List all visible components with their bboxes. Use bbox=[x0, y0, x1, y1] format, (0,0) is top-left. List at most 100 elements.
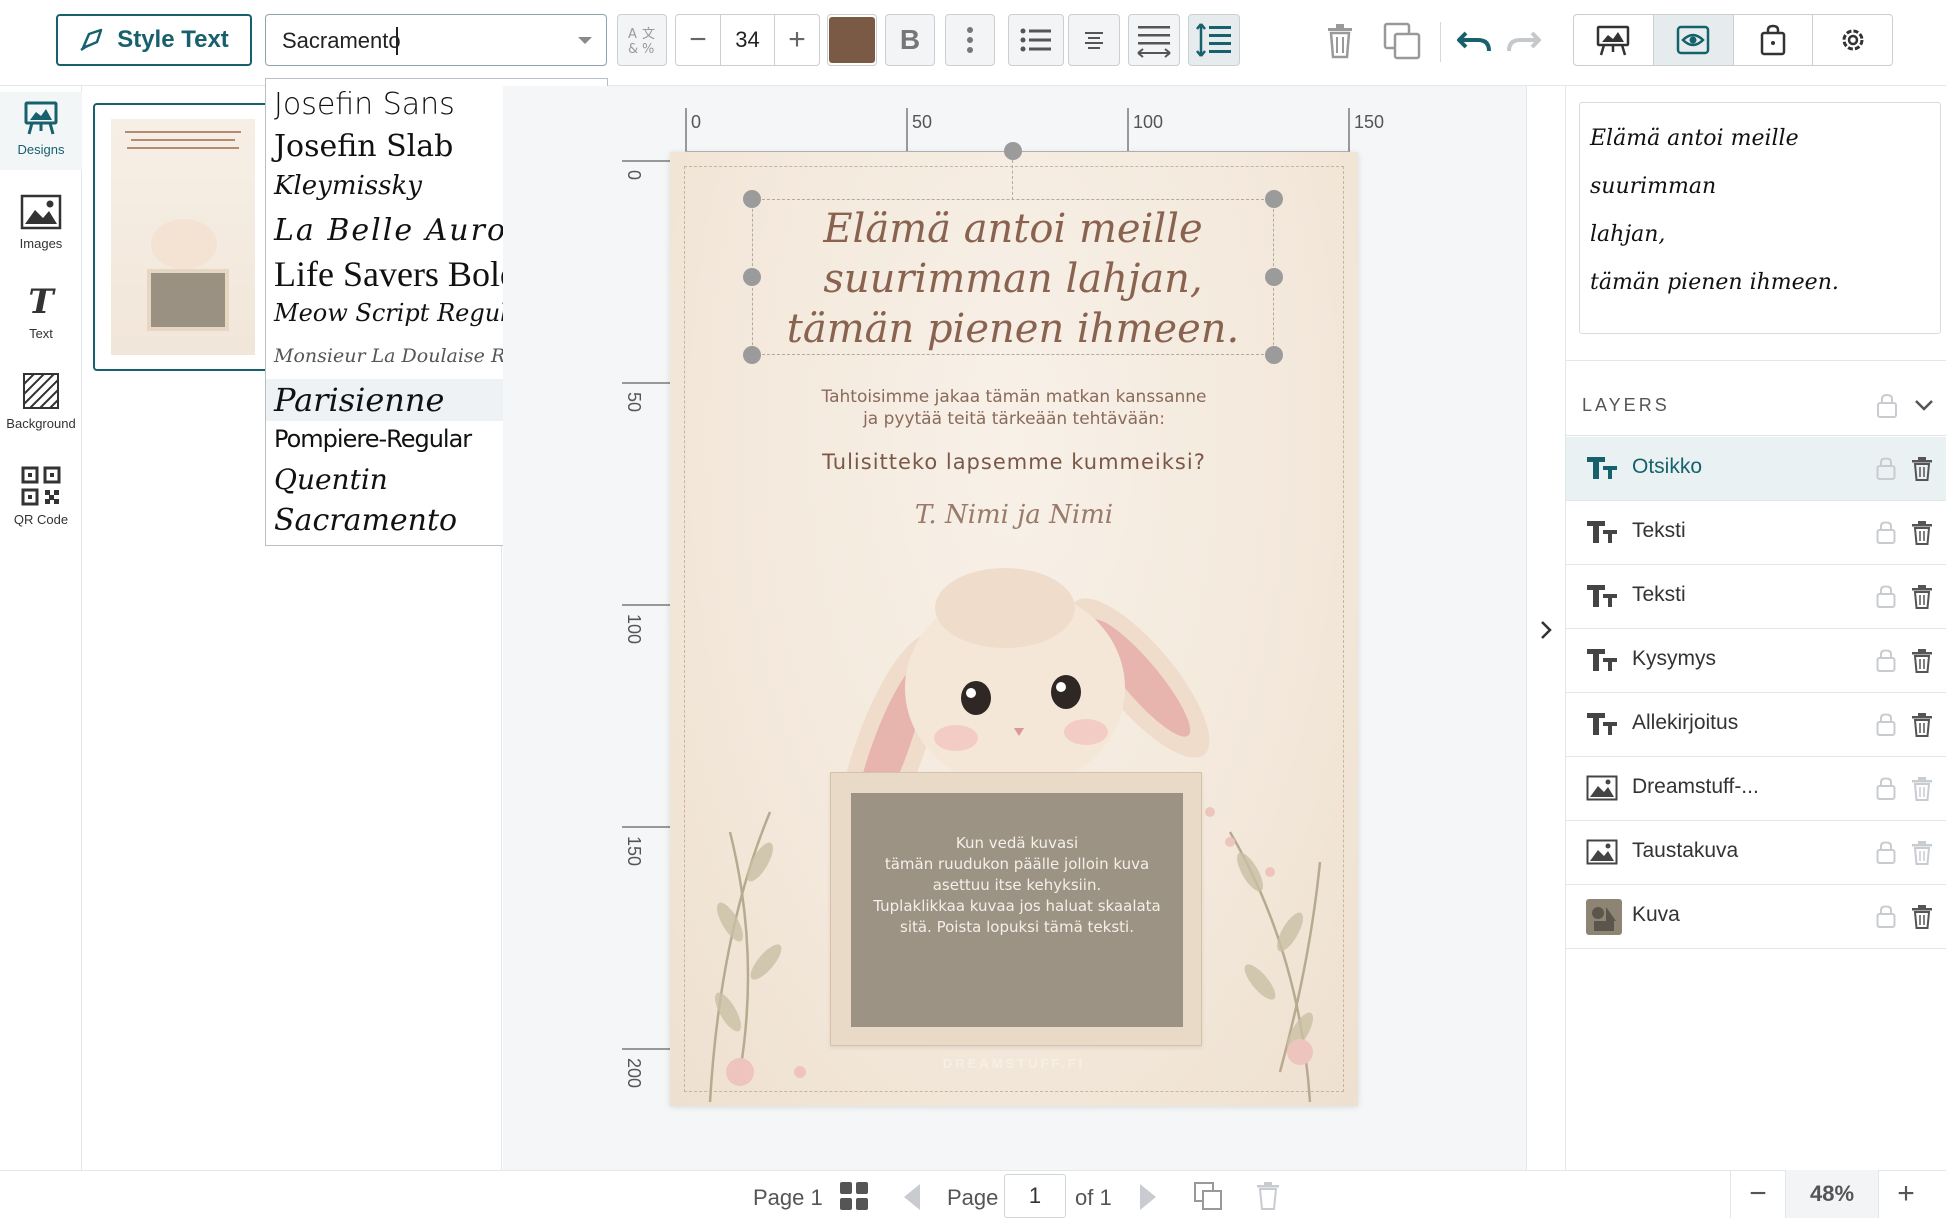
layer-name: Kuva bbox=[1632, 903, 1680, 926]
translate-button[interactable]: A 文 & % bbox=[617, 14, 667, 66]
duplicate-page-icon bbox=[1194, 1182, 1222, 1210]
bold-button[interactable]: B bbox=[885, 14, 935, 66]
rail-text[interactable]: T Text bbox=[0, 284, 82, 341]
frame-instruction-line: asettuu itse kehyksiin. bbox=[932, 876, 1102, 894]
grid-view-button[interactable] bbox=[836, 1178, 872, 1214]
line-height-button[interactable] bbox=[1188, 14, 1240, 66]
layer-name: Teksti bbox=[1632, 583, 1686, 606]
trash-icon[interactable] bbox=[1912, 649, 1932, 673]
card-signature[interactable]: T. Nimi ja Nimi bbox=[730, 500, 1298, 530]
text-t-icon: T bbox=[28, 282, 54, 322]
chevron-down-icon[interactable] bbox=[1914, 399, 1934, 413]
settings-button[interactable] bbox=[1813, 15, 1892, 65]
delete-button[interactable] bbox=[1320, 16, 1360, 66]
layer-row[interactable]: Taustakuva bbox=[1566, 821, 1946, 885]
rotate-handle[interactable] bbox=[1004, 142, 1022, 160]
text-editor-content: Elämä antoi meille suurimman lahjan, täm… bbox=[1590, 115, 1930, 307]
ruler-v-100: 100 bbox=[624, 614, 644, 645]
card-question[interactable]: Tulisitteko lapsemme kummeiksi? bbox=[730, 450, 1298, 474]
lock-icon[interactable] bbox=[1876, 905, 1896, 929]
lock-icon[interactable] bbox=[1876, 393, 1898, 419]
frame-instruction-line: Tuplaklikkaa kuvaa jos haluat skaalata bbox=[873, 897, 1161, 915]
more-vertical-icon bbox=[967, 27, 973, 53]
gear-icon bbox=[1842, 29, 1864, 51]
easel-icon bbox=[24, 101, 58, 135]
layer-name: Dreamstuff-... bbox=[1632, 775, 1759, 798]
layer-row[interactable]: Otsikko bbox=[1566, 437, 1946, 501]
trash-icon[interactable] bbox=[1912, 521, 1932, 545]
layer-row[interactable]: Allekirjoitus bbox=[1566, 693, 1946, 757]
chevron-down-icon[interactable] bbox=[576, 35, 594, 47]
delete-page-button[interactable] bbox=[1250, 1178, 1286, 1214]
layer-row[interactable]: Kysymys bbox=[1566, 629, 1946, 693]
font-size-stepper: − 34 + bbox=[675, 14, 820, 66]
preview-design-button[interactable] bbox=[1574, 15, 1654, 65]
design-thumbnail[interactable] bbox=[93, 103, 273, 371]
layers-heading: LAYERS bbox=[1582, 395, 1670, 415]
rail-designs[interactable]: Designs bbox=[0, 100, 82, 157]
lock-icon[interactable] bbox=[1876, 777, 1896, 801]
layer-row[interactable]: Dreamstuff-... bbox=[1566, 757, 1946, 821]
text-cursor bbox=[396, 27, 398, 55]
lock-icon[interactable] bbox=[1876, 841, 1896, 865]
rail-designs-label: Designs bbox=[17, 142, 65, 157]
card-title-line: tämän pienen ihmeen. bbox=[786, 306, 1240, 352]
trash-icon[interactable] bbox=[1912, 777, 1932, 801]
redo-icon bbox=[1507, 31, 1541, 52]
duplicate-icon bbox=[1383, 22, 1421, 60]
layer-row[interactable]: Kuva bbox=[1566, 885, 1946, 949]
rail-images[interactable]: Images bbox=[0, 194, 82, 251]
layer-row[interactable]: Teksti bbox=[1566, 565, 1946, 629]
svg-text:A: A bbox=[628, 27, 637, 42]
trash-icon[interactable] bbox=[1912, 457, 1932, 481]
grid-icon bbox=[840, 1182, 868, 1210]
card-body-text[interactable]: Tahtoisimme jakaa tämän matkan kanssanne… bbox=[730, 386, 1298, 430]
decrease-size-button[interactable]: − bbox=[676, 15, 721, 65]
font-size-input[interactable]: 34 bbox=[721, 15, 774, 65]
cart-button[interactable] bbox=[1734, 15, 1814, 65]
duplicate-page-button[interactable] bbox=[1190, 1178, 1226, 1214]
style-text-button[interactable]: Style Text bbox=[56, 14, 252, 66]
rotate-handle-line bbox=[1012, 160, 1014, 200]
zoom-in-button[interactable]: + bbox=[1878, 1170, 1933, 1218]
lock-icon[interactable] bbox=[1876, 521, 1896, 545]
letter-spacing-button[interactable] bbox=[1128, 14, 1180, 66]
text-color-button[interactable] bbox=[827, 14, 877, 66]
lock-icon[interactable] bbox=[1876, 713, 1896, 737]
shapes-icon bbox=[1586, 899, 1622, 935]
font-select[interactable]: Sacramento bbox=[265, 14, 607, 66]
trash-icon[interactable] bbox=[1912, 585, 1932, 609]
lock-icon[interactable] bbox=[1876, 457, 1896, 481]
increase-size-button[interactable]: + bbox=[774, 15, 819, 65]
lock-icon[interactable] bbox=[1876, 649, 1896, 673]
svg-text:%: % bbox=[642, 42, 654, 56]
zoom-out-button[interactable]: − bbox=[1731, 1170, 1786, 1218]
card-page[interactable]: Elämä antoi meille suurimman lahjan, täm… bbox=[670, 142, 1358, 1106]
preview-button[interactable] bbox=[1653, 15, 1734, 65]
prev-page-button[interactable] bbox=[898, 1180, 926, 1214]
text-editor[interactable]: Elämä antoi meille suurimman lahjan, täm… bbox=[1579, 102, 1941, 334]
collapse-panel-button[interactable] bbox=[1528, 610, 1564, 650]
trash-icon bbox=[1257, 1182, 1279, 1210]
rail-qr-code[interactable]: QR Code bbox=[0, 466, 82, 527]
card-title[interactable]: Elämä antoi meille suurimman lahjan, täm… bbox=[752, 204, 1274, 354]
next-page-button[interactable] bbox=[1134, 1180, 1162, 1214]
footer-of-label: of 1 bbox=[1075, 1185, 1112, 1210]
redo-button[interactable] bbox=[1502, 16, 1546, 66]
more-options-button[interactable] bbox=[945, 14, 995, 66]
photo-frame[interactable]: Kun vedä kuvasi tämän ruudukon päälle jo… bbox=[830, 772, 1202, 1046]
list-button[interactable] bbox=[1008, 14, 1064, 66]
trash-icon[interactable] bbox=[1912, 841, 1932, 865]
rail-background[interactable]: Background bbox=[0, 372, 82, 431]
duplicate-button[interactable] bbox=[1380, 16, 1424, 66]
layer-name: Kysymys bbox=[1632, 647, 1716, 670]
zoom-control: − 48% + bbox=[1730, 1170, 1946, 1218]
trash-icon[interactable] bbox=[1912, 905, 1932, 929]
layer-row[interactable]: Teksti bbox=[1566, 501, 1946, 565]
lock-icon[interactable] bbox=[1876, 585, 1896, 609]
footer-page-word: Page bbox=[947, 1185, 999, 1210]
align-center-button[interactable] bbox=[1068, 14, 1120, 66]
trash-icon[interactable] bbox=[1912, 713, 1932, 737]
page-number-input[interactable]: 1 bbox=[1004, 1174, 1066, 1218]
undo-button[interactable] bbox=[1452, 16, 1496, 66]
